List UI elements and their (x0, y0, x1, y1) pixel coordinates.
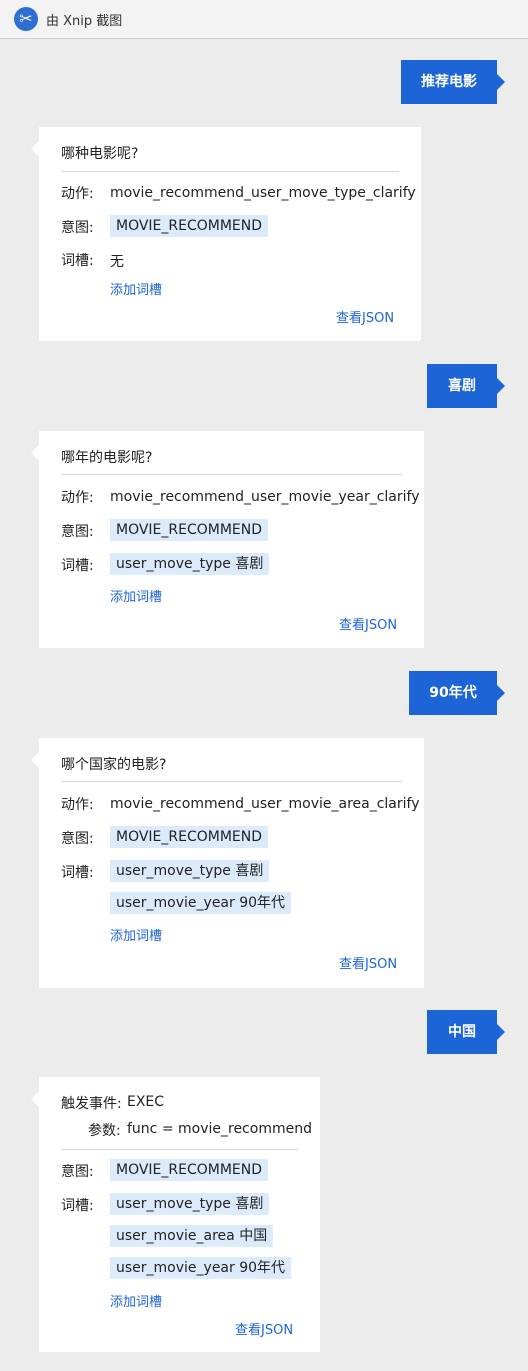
user-message: 中国 (427, 1010, 505, 1054)
slots-label: 词槽: (61, 1198, 94, 1214)
app-title: 由 Xnip 截图 (46, 14, 123, 29)
slot-tag: user_move_type 喜剧 (110, 1193, 270, 1215)
trigger-label: 触发事件: (61, 1096, 122, 1112)
divider (61, 474, 402, 475)
bot-response-card: 哪个国家的电影? 动作: movie_recommend_user_movie_… (31, 738, 424, 988)
add-slot-link[interactable]: 添加词槽 (110, 925, 162, 944)
action-label: 动作: (61, 186, 94, 202)
intent-tag: MOVIE_RECOMMEND (110, 1159, 269, 1181)
intent-label: 意图: (61, 220, 94, 236)
view-json-link[interactable]: 查看JSON (339, 614, 397, 633)
divider (61, 1149, 298, 1150)
intent-tag: MOVIE_RECOMMEND (110, 519, 269, 541)
view-json-link[interactable]: 查看JSON (235, 1319, 293, 1338)
intent-label: 意图: (61, 524, 94, 540)
intent-label: 意图: (61, 831, 94, 847)
slot-tag: user_move_type 喜剧 (110, 860, 270, 882)
divider (61, 171, 399, 172)
xnip-logo-icon: ✂ (14, 7, 38, 31)
bot-question: 哪年的电影呢? (61, 450, 153, 466)
bot-response-card: 触发事件: EXEC 参数: func = movie_recommend 意图… (31, 1077, 320, 1352)
slot-tag: user_movie_year 90年代 (110, 892, 292, 914)
bot-response-card: 哪年的电影呢? 动作: movie_recommend_user_movie_y… (31, 431, 424, 648)
bot-question: 哪个国家的电影? (61, 757, 167, 773)
bot-response-card: 哪种电影呢? 动作: movie_recommend_user_move_typ… (31, 127, 421, 341)
add-slot-link[interactable]: 添加词槽 (110, 586, 162, 605)
add-slot-link[interactable]: 添加词槽 (110, 279, 162, 298)
user-message: 喜剧 (427, 364, 505, 408)
slot-tag: user_movie_area 中国 (110, 1225, 274, 1247)
view-json-link[interactable]: 查看JSON (336, 307, 394, 326)
action-label: 动作: (61, 490, 94, 506)
user-message: 90年代 (409, 671, 505, 715)
user-message: 推荐电影 (401, 60, 505, 104)
slot-none-value: 无 (110, 254, 124, 270)
bot-question: 哪种电影呢? (61, 146, 139, 162)
add-slot-link[interactable]: 添加词槽 (110, 1291, 162, 1310)
intent-tag: MOVIE_RECOMMEND (110, 826, 269, 848)
view-json-link[interactable]: 查看JSON (339, 953, 397, 972)
intent-tag: MOVIE_RECOMMEND (110, 215, 269, 237)
slots-label: 词槽: (61, 865, 94, 881)
title-bar: ✂ 由 Xnip 截图 (0, 0, 528, 39)
action-value: movie_recommend_user_movie_year_clarify (110, 489, 420, 505)
action-label: 动作: (61, 797, 94, 813)
slots-label: 词槽: (61, 558, 94, 574)
intent-label: 意图: (61, 1164, 94, 1180)
action-value: movie_recommend_user_movie_area_clarify (110, 796, 420, 812)
params-value: func = movie_recommend (127, 1121, 312, 1137)
divider (61, 781, 402, 782)
trigger-value: EXEC (127, 1094, 165, 1110)
slot-tag: user_move_type 喜剧 (110, 553, 270, 575)
params-label: 参数: (88, 1123, 121, 1139)
action-value: movie_recommend_user_move_type_clarify (110, 185, 416, 201)
slot-tag: user_movie_year 90年代 (110, 1257, 292, 1279)
slots-label: 词槽: (61, 253, 94, 269)
